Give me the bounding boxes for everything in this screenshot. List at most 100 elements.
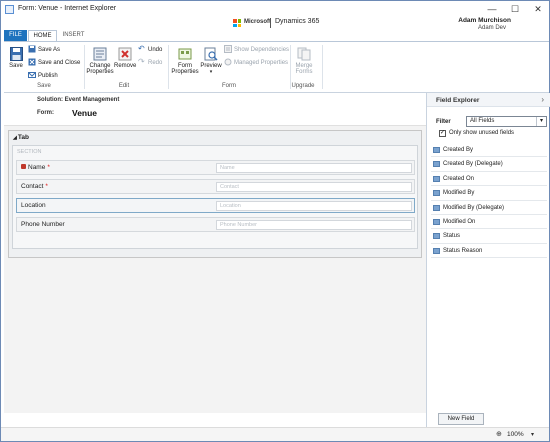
floppy-disk-icon <box>9 47 23 61</box>
list-item-label: Modified On <box>443 218 476 225</box>
field-row-name[interactable]: Name * Name <box>16 160 415 175</box>
unused-fields-checkbox[interactable]: ✓ <box>439 130 446 137</box>
save-label: Save <box>9 63 23 69</box>
change-properties-label-2: Properties <box>86 69 114 75</box>
tab-home[interactable]: HOME <box>28 30 57 41</box>
field-input-phone[interactable]: Phone Number <box>216 220 412 230</box>
field-label-contact: Contact <box>21 183 44 190</box>
preview-magnifier-icon <box>204 47 218 61</box>
publish-label: Publish <box>38 73 58 79</box>
save-and-close-button[interactable]: Save and Close <box>28 58 80 68</box>
field-icon <box>433 147 440 153</box>
filter-select[interactable]: All Fields ▾ <box>466 116 547 127</box>
group-upgrade-label: Upgrade <box>291 83 315 89</box>
ribbon: Save Save As Save and Close Publish Save… <box>4 41 549 93</box>
required-marker: * <box>47 164 50 171</box>
form-header: Solution: Event Management Form: Venue <box>4 93 426 125</box>
list-item[interactable]: Modified On <box>431 215 547 230</box>
dependencies-icon <box>224 45 232 54</box>
save-button[interactable]: Save <box>7 47 25 69</box>
product-name: Dynamics 365 <box>275 18 320 25</box>
maximize-button[interactable]: ☐ <box>508 3 522 15</box>
form-label: Form: <box>37 110 54 116</box>
field-icon <box>433 175 440 182</box>
zoom-level[interactable]: 100% <box>507 431 524 438</box>
list-item-label: Created On <box>443 175 475 182</box>
list-item[interactable]: Modified By <box>431 186 547 201</box>
close-button[interactable]: ✕ <box>531 3 545 15</box>
list-item-label: Status Reason <box>443 247 483 254</box>
form-name: Venue <box>72 108 98 118</box>
unused-fields-label: Only show unused fields <box>449 130 515 136</box>
preview-dropdown-icon: ▾ <box>209 69 213 75</box>
field-row-contact[interactable]: Contact * Contact <box>16 179 415 194</box>
tab-header[interactable]: ◢Tab <box>13 134 29 141</box>
list-item[interactable]: Created On <box>431 172 547 187</box>
list-item-label: Status <box>443 233 461 240</box>
form-canvas: ◢Tab SECTION Name * Name Contact * Contact <box>4 125 426 413</box>
field-icon <box>433 204 440 211</box>
list-item[interactable]: Status <box>431 229 547 244</box>
ie-form-icon <box>5 5 14 14</box>
show-dependencies-label: Show Dependencies <box>234 47 290 53</box>
undo-button[interactable]: ↶ Undo <box>138 45 162 55</box>
ribbon-separator <box>168 45 169 89</box>
field-label-location: Location <box>21 202 46 209</box>
managed-properties-icon <box>224 58 232 66</box>
list-item[interactable]: Created By (Delegate) <box>431 157 547 172</box>
show-dependencies-button[interactable]: Show Dependencies <box>224 45 289 55</box>
title-bar: Form: Venue - Internet Explorer — ☐ ✕ <box>1 1 549 18</box>
change-properties-button[interactable]: Change Properties <box>86 47 114 75</box>
ribbon-separator <box>84 45 85 89</box>
field-input-name[interactable]: Name <box>216 163 412 173</box>
collapse-triangle-icon[interactable]: ◢ <box>13 135 17 141</box>
user-name[interactable]: Adam Murchison <box>458 17 511 24</box>
field-label-phone: Phone Number <box>21 221 65 228</box>
publish-icon <box>28 72 36 79</box>
filter-value: All Fields <box>470 118 495 124</box>
publish-button[interactable]: Publish <box>28 71 58 81</box>
field-input-contact[interactable]: Contact <box>216 182 412 192</box>
zoom-dropdown-icon[interactable]: ▾ <box>531 431 534 438</box>
zoom-icon[interactable]: ⊕ <box>496 431 504 439</box>
field-input-location[interactable]: Location <box>216 201 412 211</box>
group-edit-label: Edit <box>118 83 130 89</box>
field-row-phone[interactable]: Phone Number Phone Number <box>16 217 415 232</box>
field-list: Created By Created By (Delegate) Created… <box>431 143 547 259</box>
list-item-label: Created By <box>443 147 474 153</box>
redo-icon: ↷ <box>138 57 145 67</box>
new-field-button[interactable]: New Field <box>438 413 484 425</box>
list-item-label: Modified By <box>443 190 475 197</box>
tab-insert[interactable]: INSERT <box>59 30 88 41</box>
section-label: SECTION <box>17 149 42 155</box>
merge-forms-label-2: Forms <box>295 69 313 75</box>
microsoft-logo-icon <box>233 19 241 27</box>
preview-button[interactable]: Preview ▾ <box>200 47 222 75</box>
chevron-right-icon[interactable]: › <box>541 95 544 104</box>
form-properties-button[interactable]: Form Properties <box>170 47 200 75</box>
merge-forms-button[interactable]: Merge Forms <box>292 47 316 75</box>
redo-button[interactable]: ↷ Redo <box>138 58 162 68</box>
tab-file[interactable]: FILE <box>4 30 27 41</box>
minimize-button[interactable]: — <box>485 3 499 15</box>
save-as-button[interactable]: Save As <box>28 45 60 55</box>
required-marker: * <box>45 183 48 190</box>
remove-button[interactable]: Remove <box>114 47 136 69</box>
redo-label: Redo <box>148 60 163 66</box>
form-tab[interactable]: ◢Tab SECTION Name * Name Contact * Contact <box>8 130 422 258</box>
list-item[interactable]: Modified By (Delegate) <box>431 201 547 215</box>
form-properties-label-2: Properties <box>171 69 199 75</box>
brand-divider <box>270 18 271 28</box>
list-item[interactable]: Status Reason <box>431 244 547 259</box>
group-form-label: Form <box>222 83 236 89</box>
field-row-location[interactable]: Location Location <box>16 198 415 213</box>
solution-name: Solution: Event Management <box>37 97 120 103</box>
managed-properties-button[interactable]: Managed Properties <box>224 58 288 68</box>
form-properties-icon <box>178 48 192 60</box>
undo-label: Undo <box>148 47 163 53</box>
list-item[interactable]: Created By <box>431 143 547 158</box>
form-section[interactable]: SECTION Name * Name Contact * Contact Loca… <box>12 145 418 249</box>
undo-icon: ↶ <box>138 44 145 54</box>
remove-icon <box>118 47 132 61</box>
field-explorer-header: Field Explorer › <box>427 93 550 107</box>
